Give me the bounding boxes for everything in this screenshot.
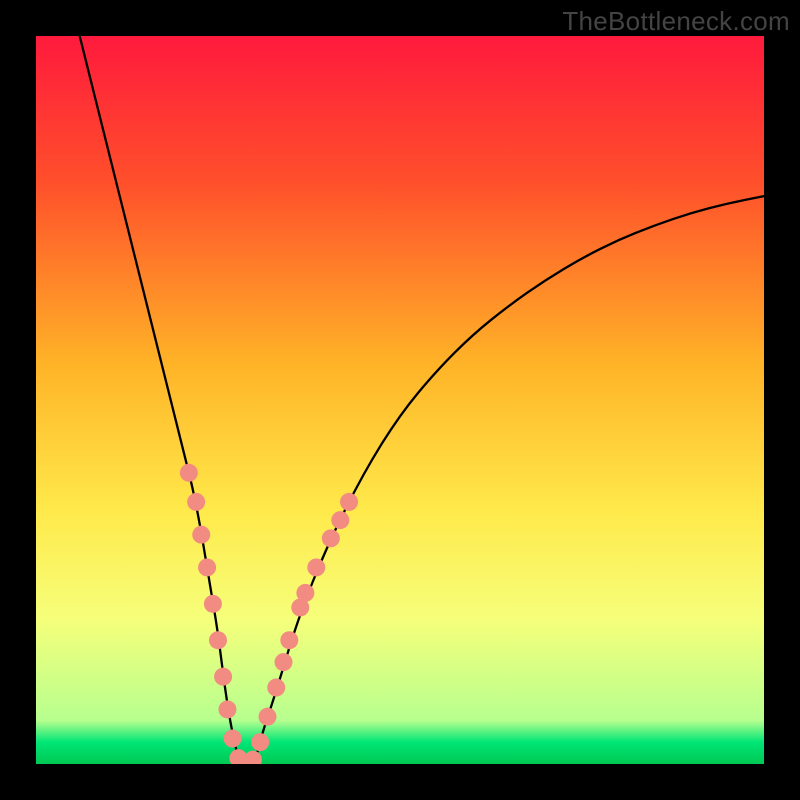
chart-frame: TheBottleneck.com <box>0 0 800 800</box>
sample-point <box>275 653 293 671</box>
sample-point <box>251 733 269 751</box>
plot-area <box>36 36 764 764</box>
sample-point <box>340 493 358 511</box>
sample-point <box>296 584 314 602</box>
sample-point <box>259 708 277 726</box>
sample-point <box>192 526 210 544</box>
sample-point <box>224 730 242 748</box>
sample-point <box>322 529 340 547</box>
sample-point <box>204 595 222 613</box>
sample-point <box>198 558 216 576</box>
sample-point <box>331 511 349 529</box>
sample-point <box>180 464 198 482</box>
sample-point <box>187 493 205 511</box>
sample-point <box>280 631 298 649</box>
sample-point <box>209 631 227 649</box>
sample-point <box>307 558 325 576</box>
watermark-text: TheBottleneck.com <box>562 6 790 37</box>
gradient-background <box>36 36 764 764</box>
sample-point <box>218 700 236 718</box>
sample-point <box>214 668 232 686</box>
chart-svg <box>36 36 764 764</box>
sample-point <box>267 679 285 697</box>
